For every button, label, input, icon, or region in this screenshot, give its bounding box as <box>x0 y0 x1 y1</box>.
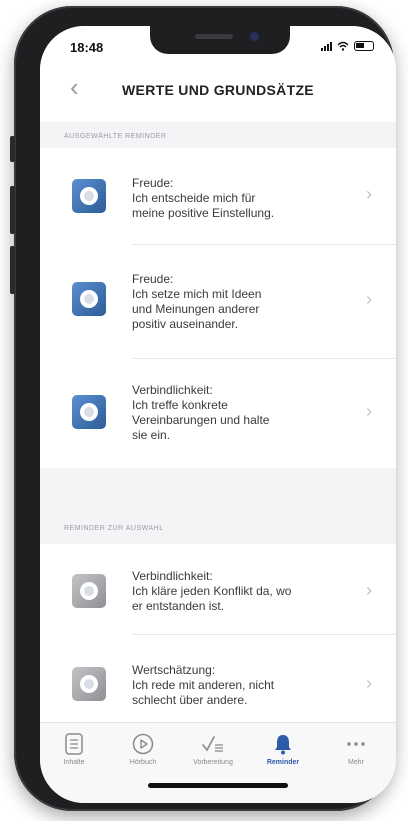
volume-down-button <box>10 246 15 294</box>
chevron-right-icon: › <box>366 289 372 309</box>
screen: 18:48 ‹ WERTE UND GRUNDSÄTZE AUSGEWÄHLTE… <box>40 26 396 803</box>
reminder-icon <box>72 179 106 213</box>
tab-bar: Inhalte Hörbuch Vorbereitung Reminder Me… <box>40 722 396 803</box>
nav-bar: ‹ WERTE UND GRUNDSÄTZE <box>40 66 396 122</box>
tab-label: Hörbuch <box>129 759 157 766</box>
section-label-selected: AUSGEWÄHLTE REMINDER <box>64 133 167 140</box>
reminder-text: Wertschätzung: Ich rede mit anderen, nic… <box>132 663 275 707</box>
reminder-icon <box>72 395 106 429</box>
tab-label: Vorbereitung <box>193 759 233 766</box>
wifi-icon <box>337 41 349 51</box>
battery-icon <box>354 41 374 51</box>
tab-hoerbuch[interactable]: Hörbuch <box>113 733 173 766</box>
status-icons <box>321 41 374 51</box>
reminder-icon <box>72 667 106 701</box>
chevron-right-icon: › <box>366 580 372 600</box>
tab-inhalte[interactable]: Inhalte <box>44 733 104 766</box>
tab-label: Reminder <box>266 759 300 766</box>
reminder-text: Verbindlichkeit: Ich treffe konkrete Ver… <box>132 383 270 442</box>
more-icon <box>347 742 365 746</box>
tab-vorbereitung[interactable]: Vorbereitung <box>183 733 243 766</box>
bell-icon <box>275 735 291 755</box>
chevron-right-icon: › <box>366 184 372 204</box>
available-list: Verbindlichkeit: Ich kläre jeden Konflik… <box>40 544 396 722</box>
signal-icon <box>321 41 332 51</box>
tab-label: Inhalte <box>63 759 85 766</box>
tab-label: Mehr <box>348 759 364 766</box>
section-header-selected: AUSGEWÄHLTE REMINDER <box>40 122 396 148</box>
document-icon <box>65 733 83 755</box>
speaker <box>195 34 233 39</box>
reminder-item[interactable]: Freude: Ich setze mich mit Ideen und Mei… <box>40 245 396 357</box>
tab-reminder[interactable]: Reminder <box>253 733 313 766</box>
checklist-icon <box>202 736 223 752</box>
chevron-right-icon: › <box>366 401 372 421</box>
reminder-text: Verbindlichkeit: Ich kläre jeden Konflik… <box>132 569 292 613</box>
selected-list: Freude: Ich entscheide mich für meine po… <box>40 148 396 468</box>
tab-mehr[interactable]: Mehr <box>326 733 386 766</box>
reminder-icon <box>72 282 106 316</box>
chevron-right-icon: › <box>366 673 372 693</box>
mute-switch <box>10 136 15 162</box>
page-title: WERTE UND GRUNDSÄTZE <box>122 82 314 98</box>
home-indicator <box>148 783 288 788</box>
notch <box>150 26 290 54</box>
status-time: 18:48 <box>70 40 104 55</box>
reminder-text: Freude: Ich setze mich mit Ideen und Mei… <box>132 272 262 331</box>
reminder-item[interactable]: Freude: Ich entscheide mich für meine po… <box>40 148 396 244</box>
section-header-available: REMINDER ZUR AUSWAHL <box>40 468 396 544</box>
status-bar: 18:48 <box>40 26 396 66</box>
camera-icon <box>250 32 259 41</box>
reminder-icon <box>72 574 106 608</box>
reminder-text: Freude: Ich entscheide mich für meine po… <box>132 176 275 220</box>
volume-up-button <box>10 186 15 234</box>
reminder-item[interactable]: Verbindlichkeit: Ich kläre jeden Konflik… <box>40 544 396 634</box>
play-icon <box>132 733 154 755</box>
reminder-item[interactable]: Wertschätzung: Ich rede mit anderen, nic… <box>40 635 396 722</box>
section-label-available: REMINDER ZUR AUSWAHL <box>64 525 164 532</box>
reminder-item[interactable]: Verbindlichkeit: Ich treffe konkrete Ver… <box>40 359 396 467</box>
